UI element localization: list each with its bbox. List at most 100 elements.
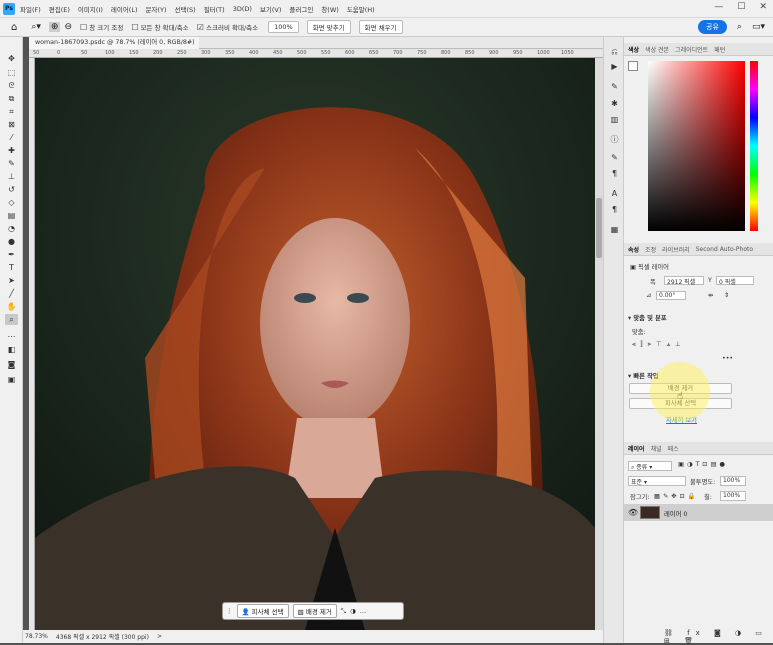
clone-source-icon[interactable]: ✱ bbox=[609, 99, 620, 109]
tab-gradients[interactable]: 그레이디언트 bbox=[675, 45, 708, 54]
align-section-title[interactable]: ▾ 맞춤 및 분포 bbox=[628, 313, 667, 322]
menu-item[interactable]: 보기(V) bbox=[260, 4, 281, 14]
zoom-value-field[interactable]: 100% bbox=[268, 21, 299, 33]
crop-tool-icon[interactable]: ⌗ bbox=[5, 106, 18, 117]
history-brush-icon[interactable]: ↺ bbox=[5, 184, 18, 195]
menu-item[interactable]: 문자(Y) bbox=[146, 4, 167, 14]
transform-icon[interactable]: ⤡ bbox=[341, 607, 346, 616]
path-select-icon[interactable]: ➤ bbox=[5, 275, 18, 286]
brush-settings-icon[interactable]: ✎ bbox=[609, 82, 620, 92]
brush-tool-icon[interactable]: ✎ bbox=[5, 158, 18, 169]
opacity-field[interactable]: 100% bbox=[720, 476, 746, 486]
layer-filter-dropdown[interactable]: ⌕ 종류 ▾ bbox=[628, 461, 672, 471]
more-align-icon[interactable]: ••• bbox=[722, 355, 733, 362]
y-field[interactable]: 0 픽셀 bbox=[716, 276, 754, 286]
vertical-scrollbar[interactable] bbox=[595, 58, 603, 630]
zoom-level[interactable]: 78.73% bbox=[25, 633, 48, 640]
tab-second-auto-photo[interactable]: Second Auto-Photo bbox=[696, 246, 753, 253]
quick-mask-icon[interactable]: ◙ bbox=[5, 359, 18, 370]
menu-item[interactable]: 플러그인 bbox=[289, 4, 313, 14]
flip-vertical-icon[interactable]: ⇕ bbox=[724, 292, 729, 299]
paragraph-icon[interactable]: ¶ bbox=[609, 169, 620, 179]
line-tool-icon[interactable]: ╱ bbox=[5, 288, 18, 299]
move-tool-icon[interactable]: ✥ bbox=[5, 53, 18, 64]
color-field[interactable] bbox=[648, 61, 745, 231]
fit-screen-button[interactable]: 화면 맞추기 bbox=[306, 20, 351, 34]
fill-screen-button[interactable]: 화면 채우기 bbox=[358, 20, 403, 34]
menu-item[interactable]: 편집(E) bbox=[49, 4, 70, 14]
layer-row[interactable]: 👁 레이어 0 bbox=[624, 504, 773, 521]
healing-brush-icon[interactable]: ✚ bbox=[5, 145, 18, 156]
menu-item[interactable]: 파일(F) bbox=[20, 4, 41, 14]
tab-color[interactable]: 색상 bbox=[628, 45, 639, 54]
tab-paths[interactable]: 패스 bbox=[668, 444, 679, 453]
type-tool-icon[interactable]: T bbox=[5, 262, 18, 273]
menu-item[interactable]: 창(W) bbox=[321, 4, 338, 14]
color-swatches-icon[interactable]: ◧ bbox=[5, 344, 18, 355]
hue-slider[interactable] bbox=[750, 61, 758, 231]
minimize-icon[interactable]: — bbox=[714, 2, 723, 12]
tab-layers[interactable]: 레이어 bbox=[628, 444, 645, 453]
scrubby-zoom-checkbox[interactable]: ☑ 스크러비 확대/축소 bbox=[197, 22, 258, 33]
marquee-tool-icon[interactable]: ⬚ bbox=[5, 67, 18, 78]
align-buttons-row[interactable]: ⫷⫿⫸⊤⫨⊥ bbox=[632, 341, 686, 349]
fill-field[interactable]: 100% bbox=[720, 491, 746, 501]
tab-swatches[interactable]: 색상 견본 bbox=[645, 45, 669, 54]
actions-icon[interactable]: ▶ bbox=[609, 62, 620, 72]
angle-field[interactable]: 0.00° bbox=[656, 291, 686, 300]
status-arrow-icon[interactable]: > bbox=[157, 633, 162, 640]
tab-adjustments[interactable]: 조정 bbox=[645, 245, 656, 254]
menu-item[interactable]: 레이어(L) bbox=[111, 4, 138, 14]
menu-item[interactable]: 이미지(I) bbox=[78, 4, 103, 14]
glyphs-icon[interactable]: ✎ bbox=[609, 153, 620, 163]
blend-mode-dropdown[interactable]: 표준 ▾ bbox=[628, 476, 686, 486]
eraser-tool-icon[interactable]: ◇ bbox=[5, 197, 18, 208]
document-tab[interactable]: woman-1867093.psdc @ 78.7% (레이어 0, RGB/8… bbox=[29, 37, 199, 58]
tab-properties[interactable]: 속성 bbox=[628, 245, 639, 254]
hand-tool-icon[interactable]: ✋ bbox=[5, 301, 18, 312]
object-select-tool-icon[interactable]: ⧉ bbox=[5, 93, 18, 104]
blur-tool-icon[interactable]: ◔ bbox=[5, 223, 18, 234]
select-subject-button[interactable]: 👤 피사체 선택 bbox=[236, 604, 289, 618]
resize-window-checkbox[interactable]: ☐ 창 크기 조정 bbox=[80, 22, 123, 33]
foreground-color-swatch[interactable] bbox=[628, 61, 638, 71]
tab-channels[interactable]: 채널 bbox=[651, 444, 662, 453]
layer-filter-icons[interactable]: ▣◑T⊡▤● bbox=[678, 461, 728, 468]
adjustment-icon[interactable]: ◑ bbox=[350, 607, 356, 615]
menu-item[interactable]: 도움말(H) bbox=[347, 4, 375, 14]
info-icon[interactable]: ⓘ bbox=[609, 135, 620, 145]
menu-item[interactable]: 선택(S) bbox=[175, 4, 196, 14]
frame-tool-icon[interactable]: ⊠ bbox=[5, 119, 18, 130]
swatches-icon[interactable]: ▥ bbox=[609, 115, 620, 125]
document-canvas[interactable] bbox=[35, 58, 595, 630]
zoom-out-icon[interactable]: ⊖ bbox=[64, 22, 72, 32]
gradient-tool-icon[interactable]: ▤ bbox=[5, 210, 18, 221]
eyedropper-tool-icon[interactable]: ⁄ bbox=[5, 132, 18, 143]
pen-tool-icon[interactable]: ✒ bbox=[5, 249, 18, 260]
close-icon[interactable]: ✕ bbox=[759, 2, 767, 12]
character-style-icon[interactable]: ¶ bbox=[609, 205, 620, 215]
clone-stamp-icon[interactable]: ⊥ bbox=[5, 171, 18, 182]
visibility-eye-icon[interactable]: 👁 bbox=[628, 508, 638, 517]
search-icon[interactable]: ⌕ bbox=[737, 22, 742, 32]
zoom-in-icon[interactable]: ⊕ bbox=[48, 22, 61, 32]
lasso-tool-icon[interactable]: ᘓ bbox=[5, 80, 18, 91]
remove-background-button[interactable]: ▧ 배경 제거 bbox=[292, 604, 337, 618]
tab-patterns[interactable]: 패턴 bbox=[714, 45, 725, 54]
dodge-tool-icon[interactable]: ● bbox=[5, 236, 18, 247]
zoom-all-checkbox[interactable]: ☐ 모든 창 확대/축소 bbox=[131, 22, 188, 33]
workspace-icon[interactable]: ▭▾ bbox=[752, 22, 765, 32]
scrollbar-thumb[interactable] bbox=[596, 198, 602, 258]
screen-mode-icon[interactable]: ▣ bbox=[5, 374, 18, 385]
libraries-icon[interactable]: ▦ bbox=[609, 225, 620, 235]
zoom-tool-icon[interactable]: ⌕ bbox=[5, 314, 18, 325]
menu-item[interactable]: 3D(D) bbox=[233, 5, 252, 13]
lock-icons[interactable]: ▦✎✥⊡🔒 bbox=[654, 492, 699, 500]
home-icon[interactable]: ⌂ bbox=[11, 22, 17, 33]
drag-handle-icon[interactable]: ⋮ bbox=[226, 607, 233, 615]
width-field[interactable]: 2912 픽셀 bbox=[664, 276, 704, 286]
menu-item[interactable]: 필터(T) bbox=[204, 4, 225, 14]
zoom-tool-icon[interactable]: ⌕▾ bbox=[31, 22, 41, 32]
history-icon[interactable]: ⎌ bbox=[609, 47, 620, 57]
tab-libraries[interactable]: 라이브러리 bbox=[662, 245, 690, 254]
